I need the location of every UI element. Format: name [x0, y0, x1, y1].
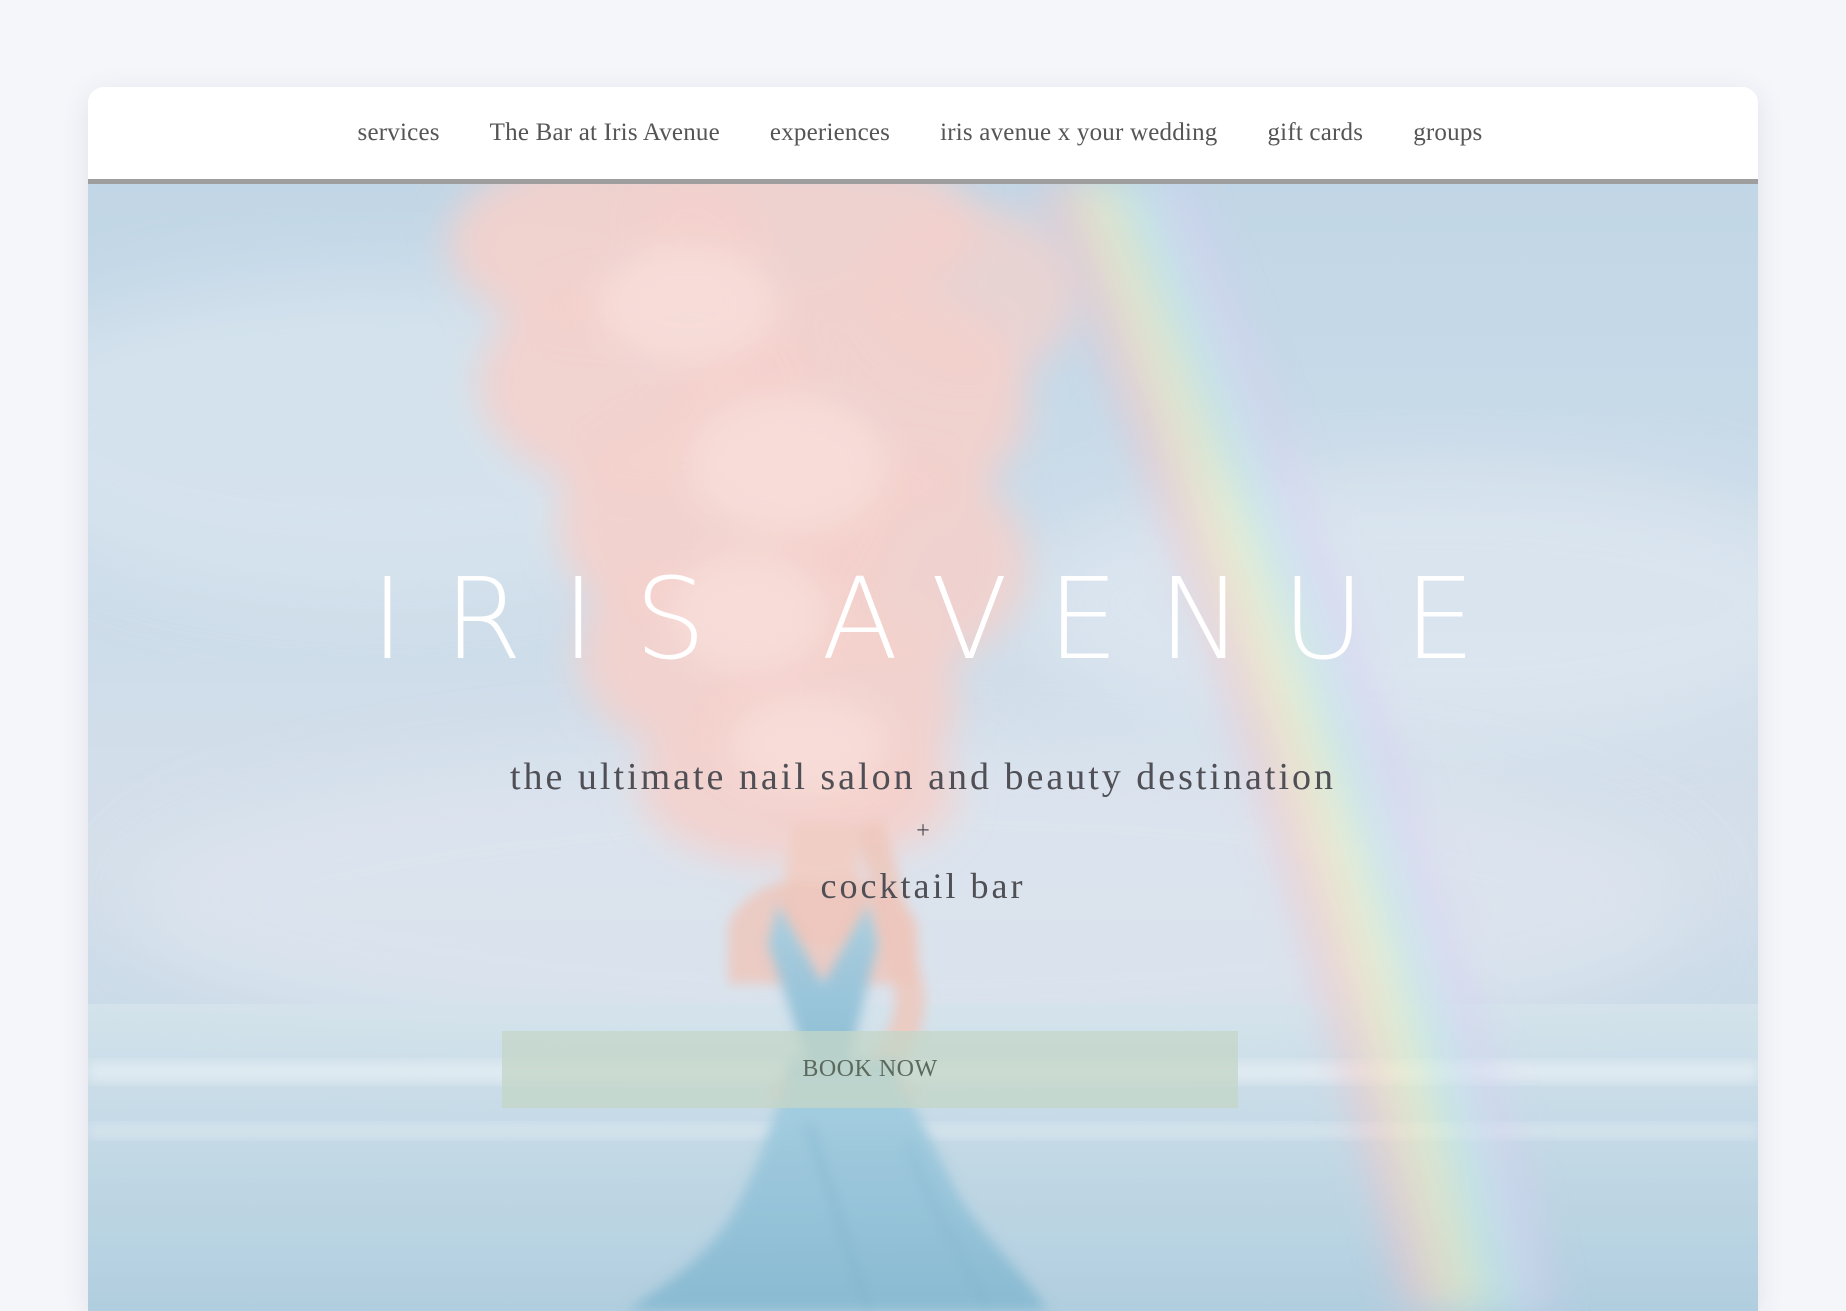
- hero-section: IRIS AVENUE the ultimate nail salon and …: [88, 184, 1758, 1311]
- nav-the-bar[interactable]: The Bar at Iris Avenue: [490, 119, 720, 147]
- main-nav: services The Bar at Iris Avenue experien…: [88, 87, 1758, 184]
- book-now-button[interactable]: BOOK NOW: [502, 1031, 1238, 1108]
- brand-title: IRIS AVENUE: [371, 555, 1515, 685]
- tagline-line-1: the ultimate nail salon and beauty desti…: [509, 756, 1337, 798]
- nav-wedding[interactable]: iris avenue x your wedding: [940, 119, 1217, 147]
- nav-services[interactable]: services: [358, 119, 440, 147]
- nav-groups[interactable]: groups: [1413, 119, 1482, 147]
- nav-gift-cards[interactable]: gift cards: [1267, 119, 1363, 147]
- nav-experiences[interactable]: experiences: [770, 119, 890, 147]
- hero-background-image: [88, 184, 1758, 1311]
- browser-frame: services The Bar at Iris Avenue experien…: [88, 87, 1758, 1311]
- tagline-line-2: cocktail bar: [820, 866, 1026, 906]
- tagline-plus: +: [916, 818, 930, 844]
